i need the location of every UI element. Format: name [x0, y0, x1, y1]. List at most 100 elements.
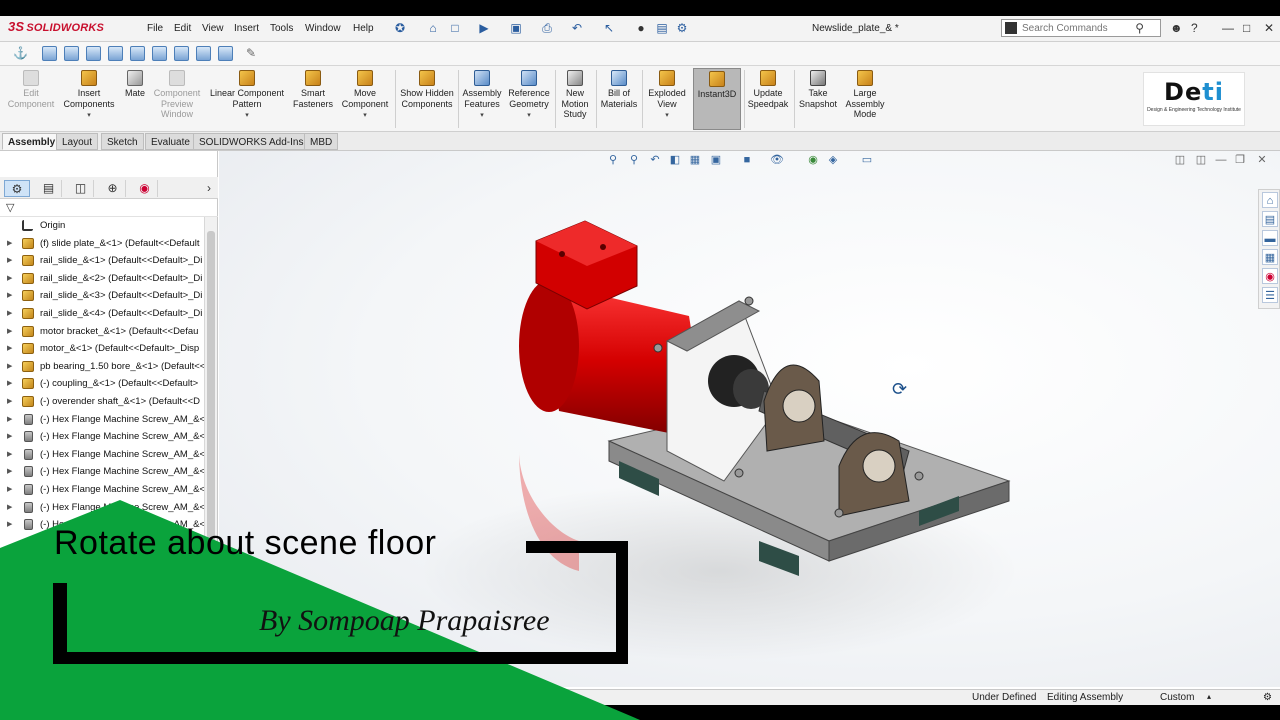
menu-edit[interactable]: Edit — [174, 23, 191, 34]
tree-item[interactable]: ▶ rail_slide_&<1> (Default<<Default>_Di — [0, 252, 204, 269]
take-snapshot-button[interactable]: Take Snapshot — [796, 70, 840, 109]
select-arrow-icon[interactable]: ↖ — [602, 21, 616, 35]
tree-item[interactable]: ▶ rail_slide_&<2> (Default<<Default>_Di — [0, 270, 204, 287]
trimetric-view-icon[interactable] — [196, 46, 211, 61]
viewport-tile-icon[interactable]: ◫ — [1173, 153, 1187, 167]
unit-system-selector[interactable]: Custom — [1160, 692, 1194, 703]
expand-arrow-icon[interactable]: ▶ — [7, 270, 12, 287]
right-view-icon[interactable] — [108, 46, 123, 61]
sketch-pencil-icon[interactable]: ✎ — [244, 46, 258, 60]
tree-item[interactable]: ▶ pb bearing_1.50 bore_&<1> (Default<< — [0, 358, 204, 375]
tree-item[interactable]: ▶ motor_&<1> (Default<<Default>_Disp — [0, 340, 204, 357]
expand-arrow-icon[interactable]: ▶ — [7, 375, 12, 392]
property-manager-tab-icon[interactable]: ▤ — [36, 180, 62, 197]
file-explorer-icon[interactable]: ▬ — [1262, 230, 1278, 246]
expand-arrow-icon[interactable]: ▶ — [7, 411, 12, 428]
options-gear-icon[interactable]: ⚙ — [675, 21, 689, 35]
component-preview-window-button[interactable]: Component Preview Window — [152, 70, 202, 120]
apply-scene-icon[interactable]: ◈ — [826, 153, 840, 167]
viewport-split-icon[interactable]: ◫ — [1194, 153, 1208, 167]
search-input[interactable] — [1022, 20, 1140, 36]
show-hidden-components-button[interactable]: Show Hidden Components — [398, 70, 456, 109]
expand-arrow-icon[interactable]: ▶ — [7, 428, 12, 445]
view-palette-icon[interactable]: ▦ — [1262, 249, 1278, 265]
tree-item[interactable]: ▶ (-) overender shaft_&<1> (Default<<D — [0, 393, 204, 410]
chevron-up-icon[interactable]: ▴ — [1207, 692, 1211, 701]
tab-mbd[interactable]: MBD — [304, 133, 339, 150]
top-view-icon[interactable] — [130, 46, 145, 61]
search-commands-box[interactable]: ⚲ — [1001, 19, 1161, 37]
tab-solidworks-add-ins[interactable]: SOLIDWORKS Add-Ins — [193, 133, 310, 150]
rebuild-traffic-light-icon[interactable]: ● — [634, 21, 648, 35]
graphics-restore-icon[interactable]: ❐ — [1233, 153, 1247, 167]
display-style-icon[interactable]: ■ — [740, 153, 754, 167]
edit-component-button[interactable]: Edit Component — [4, 70, 58, 109]
maximize-icon[interactable]: □ — [1243, 21, 1250, 35]
print-icon[interactable]: ⎙ — [540, 21, 554, 35]
close-icon[interactable]: ✕ — [1264, 21, 1274, 35]
reference-geometry-button[interactable]: Reference Geometry ▾ — [506, 70, 552, 122]
zoom-to-fit-icon[interactable]: ⚲ — [606, 153, 620, 167]
tree-item[interactable]: ▶ rail_slide_&<4> (Default<<Default>_Di — [0, 305, 204, 322]
graphics-minimize-icon[interactable]: — — [1214, 153, 1228, 167]
menu-file[interactable]: File — [147, 23, 163, 34]
graphics-close-icon[interactable]: ✕ — [1255, 153, 1269, 167]
magnifier-icon[interactable]: ⚲ — [1135, 21, 1144, 35]
instant3d-button[interactable]: Instant3D — [693, 68, 741, 130]
hide-show-items-icon[interactable]: 👁 — [770, 153, 784, 167]
bottom-view-icon[interactable] — [152, 46, 167, 61]
section-view-icon[interactable]: ◧ — [668, 153, 682, 167]
tab-assembly[interactable]: Assembly — [2, 133, 62, 150]
custom-properties-icon[interactable]: ☰ — [1262, 287, 1278, 303]
previous-view-icon[interactable]: ↶ — [648, 153, 662, 167]
expand-arrow-icon[interactable]: ▶ — [7, 340, 12, 357]
tree-scrollbar-thumb[interactable] — [207, 231, 215, 571]
menu-window[interactable]: Window — [305, 23, 341, 34]
tree-item[interactable]: ▶ (f) slide plate_&<1> (Default<<Default — [0, 235, 204, 252]
tree-item[interactable]: ▶ (-) Hex Flange Machine Screw_AM_&< — [0, 499, 204, 516]
save-icon[interactable]: ▣ — [509, 21, 523, 35]
linear-component-pattern-button[interactable]: Linear Component Pattern ▾ — [204, 70, 290, 122]
tree-item[interactable]: ▶ (-) Hex Flange Machine Screw_AM_&< — [0, 481, 204, 498]
view-orientation-icon[interactable]: ▣ — [709, 153, 723, 167]
expand-arrow-icon[interactable]: ▶ — [7, 463, 12, 480]
menu-insert[interactable]: Insert — [234, 23, 259, 34]
menu-view[interactable]: View — [202, 23, 224, 34]
configuration-manager-tab-icon[interactable]: ◫ — [68, 180, 94, 197]
tree-item[interactable]: ▶ motor bracket_&<1> (Default<<Defau — [0, 323, 204, 340]
expand-arrow-icon[interactable]: ▶ — [7, 499, 12, 516]
expand-arrow-icon[interactable]: ▶ — [7, 481, 12, 498]
display-manager-tab-icon[interactable]: ◉ — [132, 180, 158, 197]
left-view-icon[interactable] — [86, 46, 101, 61]
update-speedpak-button[interactable]: Update Speedpak — [746, 70, 790, 109]
move-component-button[interactable]: Move Component ▾ — [338, 70, 392, 122]
isometric-view-icon[interactable] — [174, 46, 189, 61]
tree-item[interactable]: ▶ (-) Hex Flange Machine Screw_AM_&< — [0, 463, 204, 480]
expand-arrow-icon[interactable]: ▶ — [7, 252, 12, 269]
tree-item[interactable]: ▶ rail_slide_&<3> (Default<<Default>_Di — [0, 287, 204, 304]
insert-components-button[interactable]: Insert Components ▾ — [60, 70, 118, 122]
appearances-scenes-icon[interactable]: ◉ — [1262, 268, 1278, 284]
expand-arrow-icon[interactable]: ▶ — [7, 516, 12, 533]
dynamic-annotation-icon[interactable]: ▦ — [688, 153, 702, 167]
expand-arrow-icon[interactable]: ▶ — [7, 305, 12, 322]
expand-arrow-icon[interactable]: ▶ — [7, 235, 12, 252]
front-view-icon[interactable] — [42, 46, 57, 61]
expand-arrow-icon[interactable]: ▶ — [7, 393, 12, 410]
new-document-icon[interactable]: □ — [448, 21, 462, 35]
expand-arrow-icon[interactable]: ▶ — [7, 287, 12, 304]
view-settings-icon[interactable]: ▭ — [860, 153, 874, 167]
tree-item[interactable]: ▶ (-) coupling_&<1> (Default<<Default> — [0, 375, 204, 392]
solidworks-resources-home-icon[interactable]: ⌂ — [1262, 192, 1278, 208]
tab-sketch[interactable]: Sketch — [101, 133, 144, 150]
zoom-to-area-icon[interactable]: ⚲ — [627, 153, 641, 167]
feature-tree-tab-icon[interactable]: ⚙ — [4, 180, 30, 197]
file-properties-icon[interactable]: ▤ — [655, 21, 669, 35]
solidworks-logo[interactable]: 3S SOLIDWORKS — [8, 19, 104, 34]
tree-item[interactable]: ▶ (-) Hex Flange Machine Screw_AM_&< — [0, 411, 204, 428]
minimize-icon[interactable]: — — [1222, 21, 1234, 35]
expand-arrow-icon[interactable]: ▶ — [7, 358, 12, 375]
bill-of-materials-button[interactable]: Bill of Materials — [598, 70, 640, 109]
status-options-icon[interactable]: ⚙ — [1263, 692, 1272, 703]
home-icon[interactable]: ⌂ — [426, 21, 440, 35]
